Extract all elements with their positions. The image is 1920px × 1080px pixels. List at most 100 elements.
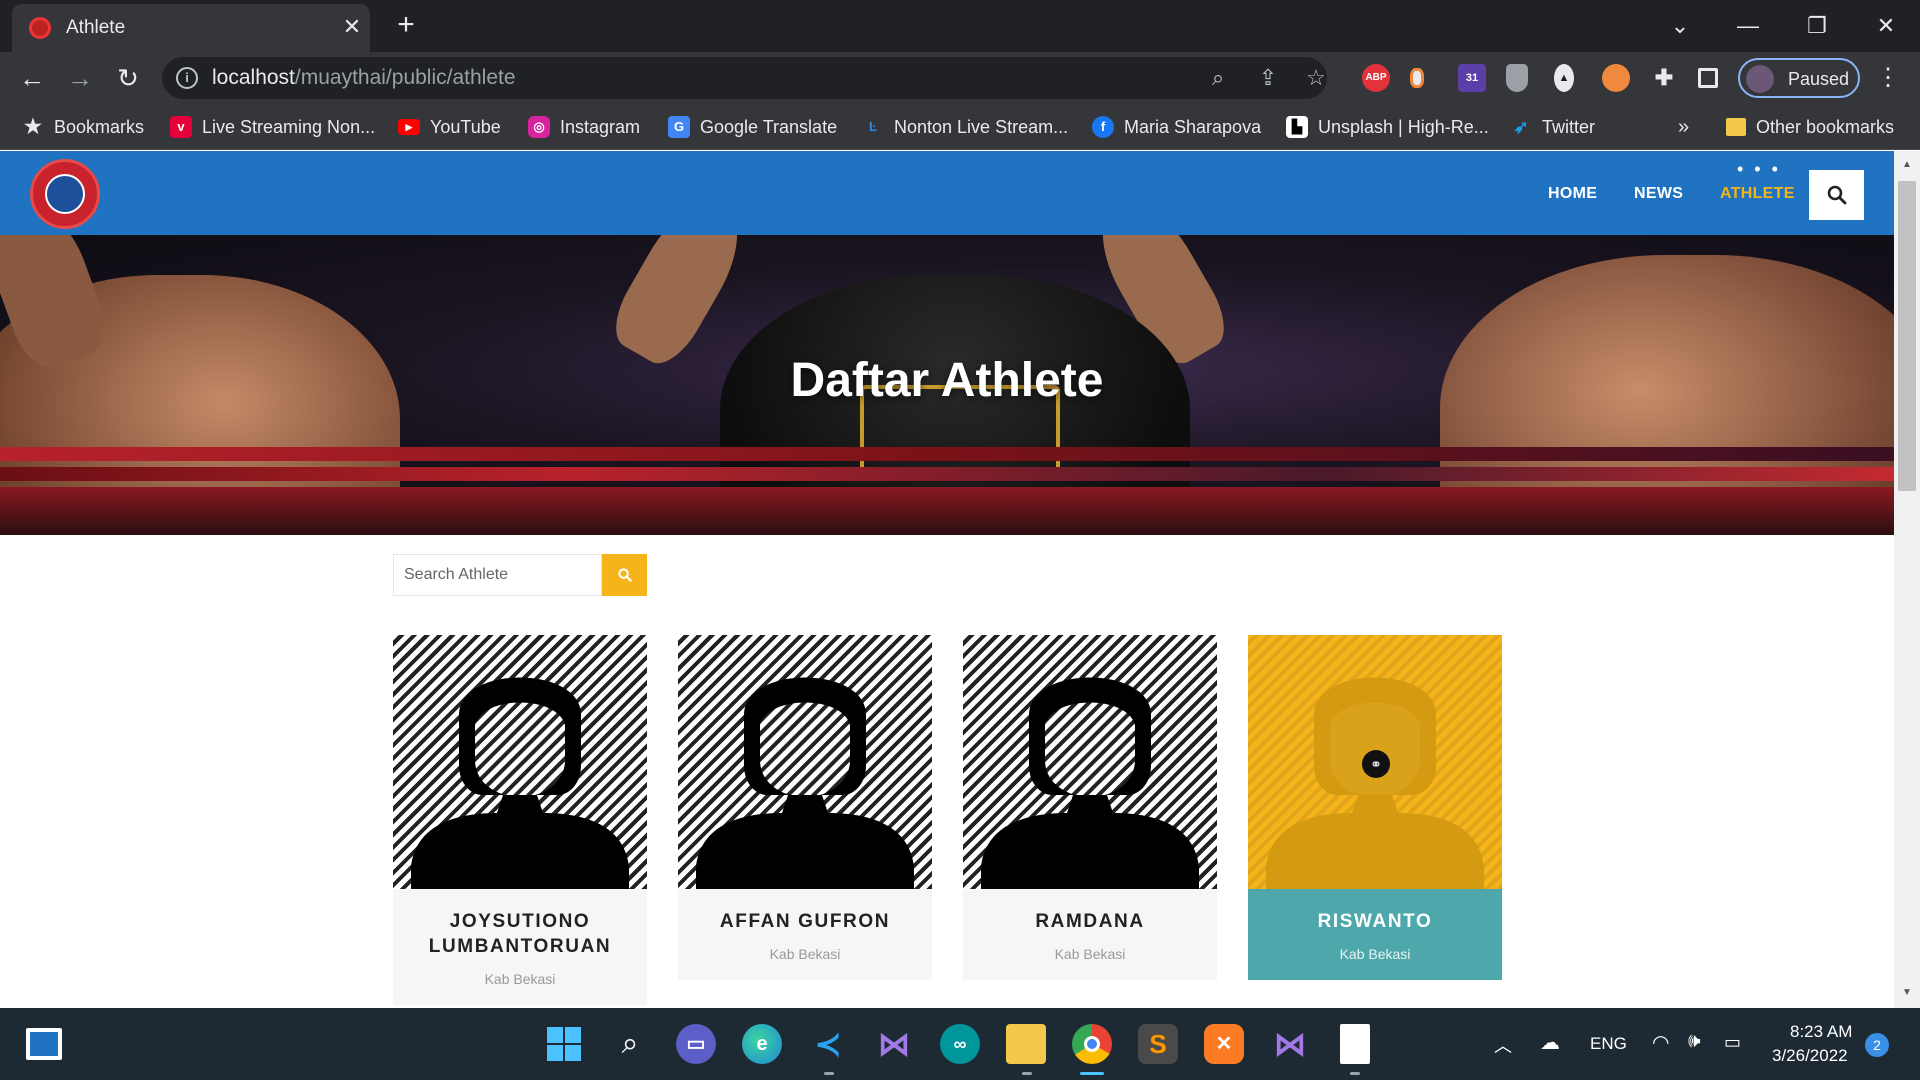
back-button[interactable]: ←: [14, 60, 50, 96]
hero-banner: Daftar Athlete: [0, 235, 1894, 535]
athlete-name[interactable]: RAMDANA: [973, 909, 1207, 934]
bookmark-google-translate[interactable]: G Google Translate: [668, 114, 837, 140]
athlete-card[interactable]: RAMDANA Kab Bekasi: [963, 635, 1217, 980]
unsplash-icon: ▙: [1286, 116, 1308, 138]
nav-home[interactable]: HOME: [1548, 185, 1597, 203]
header-search-button[interactable]: [1809, 170, 1864, 220]
circle-extension-icon[interactable]: [1602, 64, 1630, 92]
volume-icon[interactable]: 🕪: [1688, 1030, 1701, 1053]
athlete-name[interactable]: AFFAN GUFRON: [688, 909, 922, 934]
star-icon: ★: [24, 116, 42, 138]
adblock-plus-icon[interactable]: ABP: [1362, 64, 1390, 92]
tray-overflow-icon[interactable]: ︿: [1494, 1032, 1512, 1058]
athlete-photo[interactable]: ⚭: [1248, 635, 1502, 889]
athlete-name[interactable]: JOYSUTIONO LUMBANTORUAN: [403, 909, 637, 959]
tab-search-button[interactable]: ⌄: [1660, 8, 1700, 44]
visual-studio-2-icon[interactable]: ⋈: [1270, 1024, 1310, 1064]
nav-news[interactable]: NEWS: [1634, 185, 1683, 203]
athlete-photo[interactable]: [393, 635, 647, 889]
battery-icon[interactable]: ▭: [1724, 1032, 1741, 1053]
site-info-icon[interactable]: i: [176, 67, 198, 89]
shield-icon[interactable]: [1506, 64, 1528, 92]
close-window-button[interactable]: ✕: [1866, 8, 1906, 44]
bookmark-live-streaming[interactable]: v Live Streaming Non...: [170, 114, 375, 140]
nav-athlete[interactable]: ATHLETE: [1720, 185, 1795, 203]
windows-taskbar: ⌕ ▭ e ≺ ⋈ ∞ S ✕ ⋈ ︿ ☁ ENG ◠ 🕪 ▭ 8:23 AM …: [0, 1008, 1920, 1080]
clock-date[interactable]: 3/26/2022: [1772, 1046, 1848, 1066]
scroll-thumb[interactable]: [1898, 181, 1916, 491]
twitter-icon: ➶: [1513, 117, 1529, 137]
athlete-card-body: RISWANTO Kab Bekasi: [1248, 889, 1502, 980]
ring-rope-middle: [0, 467, 1894, 481]
chrome-icon[interactable]: [1072, 1024, 1112, 1064]
file-explorer-icon[interactable]: [1006, 1024, 1046, 1064]
youtube-icon: ▶: [398, 119, 420, 135]
running-indicator: [1350, 1072, 1360, 1075]
widgets-icon[interactable]: [26, 1028, 62, 1060]
share-icon[interactable]: ⇪: [1254, 64, 1282, 92]
scroll-up-icon[interactable]: ▲: [1894, 155, 1920, 175]
visual-studio-icon[interactable]: ⋈: [874, 1024, 914, 1064]
address-bar[interactable]: i localhost/muaythai/public/athlete ⌕ ⇪ …: [162, 57, 1327, 99]
restore-button[interactable]: ❐: [1797, 8, 1837, 44]
athlete-photo[interactable]: [963, 635, 1217, 889]
bookmark-star-icon[interactable]: ☆: [1302, 64, 1330, 92]
bookmark-twitter[interactable]: ➶ Twitter: [1510, 114, 1595, 140]
athlete-photo[interactable]: [678, 635, 932, 889]
start-icon[interactable]: [544, 1024, 584, 1064]
page-scrollbar[interactable]: ▲ ▼: [1894, 151, 1920, 1008]
forward-button[interactable]: →: [62, 60, 98, 96]
bookmark-unsplash[interactable]: ▙ Unsplash | High-Re...: [1286, 114, 1489, 140]
scroll-down-icon[interactable]: ▼: [1894, 983, 1920, 1003]
url-text[interactable]: localhost/muaythai/public/athlete: [212, 66, 516, 90]
search-icon[interactable]: ⌕: [610, 1024, 650, 1064]
arduino-icon[interactable]: ∞: [940, 1024, 980, 1064]
wifi-icon[interactable]: ◠: [1652, 1030, 1669, 1055]
link-icon[interactable]: ⚭: [1362, 750, 1390, 778]
sublime-text-icon[interactable]: S: [1138, 1024, 1178, 1064]
athlete-location: Kab Bekasi: [769, 946, 841, 962]
bookmark-instagram[interactable]: ◎ Instagram: [528, 114, 640, 140]
profile-button[interactable]: Paused: [1738, 58, 1860, 98]
zoom-icon[interactable]: ⌕: [1204, 64, 1232, 92]
athlete-card[interactable]: AFFAN GUFRON Kab Bekasi: [678, 635, 932, 980]
stream-icon: Ŀ: [869, 119, 877, 134]
page-title: Daftar Athlete: [790, 354, 1104, 407]
extension-honey-icon[interactable]: [1410, 68, 1424, 88]
puzzle-icon[interactable]: ✚: [1650, 64, 1678, 92]
bookmark-bookmarks[interactable]: ★ Bookmarks: [22, 114, 144, 140]
bookmark-youtube[interactable]: ▶ YouTube: [398, 114, 501, 140]
notepad-icon[interactable]: [1340, 1024, 1370, 1064]
new-tab-button[interactable]: +: [388, 8, 424, 44]
penguin-extension-icon[interactable]: ▲: [1554, 64, 1574, 92]
ring-apron: [0, 487, 1894, 535]
tab-athlete[interactable]: Athlete ✕: [12, 4, 370, 52]
vscode-icon[interactable]: ≺: [808, 1024, 848, 1064]
notification-badge[interactable]: 2: [1865, 1033, 1889, 1057]
bookmark-nonton-live[interactable]: Ŀ Nonton Live Stream...: [862, 114, 1068, 140]
reload-button[interactable]: ↻: [110, 60, 146, 96]
calendar-extension-icon[interactable]: 31: [1458, 64, 1486, 92]
athlete-card[interactable]: JOYSUTIONO LUMBANTORUAN Kab Bekasi: [393, 635, 647, 1005]
athlete-name[interactable]: RISWANTO: [1258, 909, 1492, 934]
side-panel-icon[interactable]: [1698, 68, 1718, 88]
edge-icon[interactable]: e: [742, 1024, 782, 1064]
bookmarks-overflow-button[interactable]: »: [1678, 114, 1689, 140]
athlete-search-input[interactable]: [393, 554, 602, 596]
clock-time[interactable]: 8:23 AM: [1790, 1022, 1852, 1042]
page-viewport: HOME NEWS • • • ATHLETE Daftar Athlete S…: [0, 151, 1894, 1008]
language-indicator[interactable]: ENG: [1590, 1034, 1627, 1054]
athlete-search-button[interactable]: [602, 554, 647, 596]
minimize-button[interactable]: —: [1728, 8, 1768, 44]
xampp-icon[interactable]: ✕: [1204, 1024, 1244, 1064]
teams-chat-icon[interactable]: ▭: [676, 1024, 716, 1064]
onedrive-icon[interactable]: ☁: [1540, 1030, 1560, 1055]
browser-menu-icon[interactable]: ⋮: [1870, 60, 1906, 96]
tab-close-icon[interactable]: ✕: [337, 12, 367, 42]
site-logo[interactable]: [30, 159, 100, 229]
browser-tabstrip: Athlete ✕ + ⌄ — ❐ ✕: [0, 0, 1920, 52]
other-bookmarks-folder[interactable]: Other bookmarks: [1726, 114, 1894, 140]
athlete-search: [393, 554, 647, 596]
athlete-card[interactable]: ⚭ RISWANTO Kab Bekasi: [1248, 635, 1502, 980]
bookmark-maria-sharapova[interactable]: f Maria Sharapova: [1092, 114, 1261, 140]
